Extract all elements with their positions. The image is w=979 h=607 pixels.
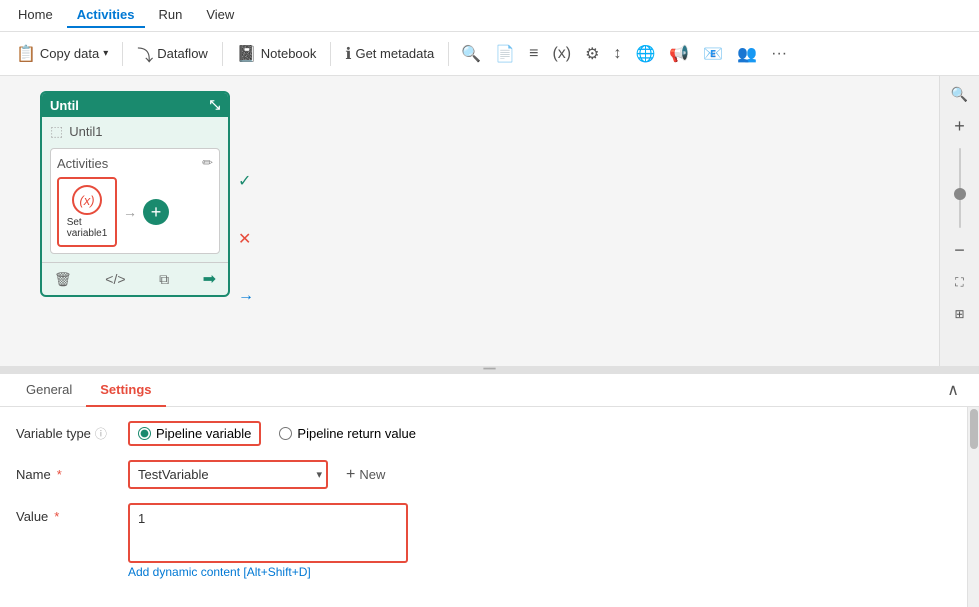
until-copy-icon: ⬚ <box>50 123 63 140</box>
until-subitem-label: Until1 <box>69 124 102 139</box>
check-icon: ✓ <box>238 171 254 191</box>
pipeline-variable-option[interactable]: Pipeline variable <box>128 421 261 446</box>
separator <box>122 42 123 66</box>
new-button[interactable]: + New <box>340 462 391 488</box>
mail-icon-button[interactable]: 📧 <box>697 40 729 68</box>
set-variable-icon: (x) <box>72 185 102 215</box>
settings-icon-button[interactable]: ⚙ <box>579 40 605 68</box>
scroll-thumb[interactable] <box>970 409 978 449</box>
bottom-tabs: General Settings ∧ <box>0 374 979 407</box>
add-activity-button[interactable]: + <box>143 199 169 225</box>
settings-content: Variable type ⓘ Pipeline variable Pipeli… <box>0 407 979 607</box>
value-row: Value * Add dynamic content [Alt+Shift+D… <box>16 503 963 579</box>
variable-type-label: Variable type ⓘ <box>16 425 116 442</box>
pipeline-return-option[interactable]: Pipeline return value <box>275 423 420 444</box>
menu-home[interactable]: Home <box>8 3 63 28</box>
minimap-button[interactable]: ⊞ <box>945 300 975 328</box>
canvas-area[interactable]: Until ⤡ ⬚ Until1 Activities ✏ (x) Setv <box>0 76 939 366</box>
toolbar: 📋 Copy data ▾ ⤵ Dataflow 📓 Notebook ℹ Ge… <box>0 32 979 76</box>
error-icon: ✕ <box>238 229 254 249</box>
bottom-scrollbar[interactable] <box>967 407 979 607</box>
bottom-panel: General Settings ∧ Variable type ⓘ Pipel… <box>0 372 979 607</box>
value-textarea[interactable] <box>128 503 408 563</box>
until-title: Until <box>50 98 79 113</box>
clone-icon[interactable]: ⧉ <box>155 269 173 290</box>
separator <box>222 42 223 66</box>
plus-icon: + <box>346 466 355 484</box>
globe-icon-button[interactable]: 🌐 <box>629 40 661 68</box>
page-icon-button[interactable]: 📄 <box>489 40 521 68</box>
set-variable-label: Setvariable1 <box>67 217 108 239</box>
search-button[interactable]: 🔍 <box>455 40 487 68</box>
value-required: * <box>54 509 59 524</box>
name-select-wrapper: TestVariable ▾ <box>128 460 328 489</box>
until-block: Until ⤡ ⬚ Until1 Activities ✏ (x) Setv <box>40 91 230 297</box>
canvas-search-button[interactable]: 🔍 <box>945 80 975 108</box>
name-select[interactable]: TestVariable <box>128 460 328 489</box>
edit-icon[interactable]: ✏ <box>202 155 213 171</box>
separator <box>448 42 449 66</box>
activities-row: (x) Setvariable1 → + <box>57 177 213 247</box>
copy-data-button[interactable]: 📋 Copy data ▾ <box>8 40 116 68</box>
arrow-icon: → <box>238 287 254 305</box>
layout-icon-button[interactable]: ↕ <box>607 41 627 67</box>
dataflow-icon: ⤵ <box>137 42 153 66</box>
activities-label: Activities ✏ <box>57 155 213 171</box>
name-label: Name * <box>16 467 116 482</box>
expand-icon[interactable]: ⤡ <box>210 97 220 113</box>
zoom-slider-track[interactable] <box>959 148 961 228</box>
name-required: * <box>57 467 62 482</box>
notify-icon-button[interactable]: 📢 <box>663 40 695 68</box>
menu-bar: Home Activities Run View <box>0 0 979 32</box>
dataflow-button[interactable]: ⤵ Dataflow <box>129 38 216 70</box>
separator <box>330 42 331 66</box>
right-tools: 🔍 + − ⛶ ⊞ <box>939 76 979 366</box>
main-content: Until ⤡ ⬚ Until1 Activities ✏ (x) Setv <box>0 76 979 366</box>
until-subheader: ⬚ Until1 <box>42 117 228 144</box>
tab-settings[interactable]: Settings <box>86 374 165 407</box>
more-icon-button[interactable]: ··· <box>765 41 793 67</box>
value-label: Value * <box>16 503 116 524</box>
menu-activities[interactable]: Activities <box>67 3 145 28</box>
activities-inner: Activities ✏ (x) Setvariable1 → + <box>50 148 220 254</box>
collapse-panel-button[interactable]: ∧ <box>939 376 967 404</box>
radio-group: Pipeline variable Pipeline return value <box>128 421 420 446</box>
dropdown-arrow-icon: ▾ <box>103 48 108 59</box>
zoom-in-button[interactable]: + <box>945 112 975 140</box>
fit-screen-button[interactable]: ⛶ <box>945 268 975 296</box>
info-icon: ℹ <box>345 44 351 64</box>
teams-icon-button[interactable]: 👥 <box>731 40 763 68</box>
until-header: Until ⤡ <box>42 93 228 117</box>
variable-type-row: Variable type ⓘ Pipeline variable Pipeli… <box>16 421 963 446</box>
grid-icon-button[interactable]: ≡ <box>523 41 544 67</box>
zoom-slider-thumb[interactable] <box>954 188 966 200</box>
copy-data-icon: 📋 <box>16 44 36 64</box>
pipeline-variable-radio[interactable] <box>138 427 151 440</box>
zoom-out-button[interactable]: − <box>945 236 975 264</box>
run-icon[interactable]: ➡ <box>199 267 220 291</box>
tab-general[interactable]: General <box>12 374 86 407</box>
notebook-button[interactable]: 📓 Notebook <box>229 40 325 68</box>
variable-icon-button[interactable]: (x) <box>546 41 577 67</box>
get-metadata-button[interactable]: ℹ Get metadata <box>337 40 442 68</box>
delete-icon[interactable]: 🗑 <box>50 269 76 290</box>
pipeline-return-radio[interactable] <box>279 427 292 440</box>
name-row: Name * TestVariable ▾ + New <box>16 460 963 489</box>
set-variable-box[interactable]: (x) Setvariable1 <box>57 177 117 247</box>
code-icon[interactable]: </> <box>101 269 129 289</box>
until-footer: 🗑 </> ⧉ ➡ <box>42 262 228 295</box>
arrow-right-icon: → <box>123 204 137 220</box>
value-field-group: Add dynamic content [Alt+Shift+D] <box>128 503 408 579</box>
canvas-overlays: ✓ ✕ → <box>238 171 254 305</box>
menu-run[interactable]: Run <box>149 3 193 28</box>
notebook-icon: 📓 <box>237 44 257 64</box>
dynamic-content-link[interactable]: Add dynamic content [Alt+Shift+D] <box>128 565 408 579</box>
menu-view[interactable]: View <box>196 3 244 28</box>
variable-type-info-icon[interactable]: ⓘ <box>95 425 107 442</box>
